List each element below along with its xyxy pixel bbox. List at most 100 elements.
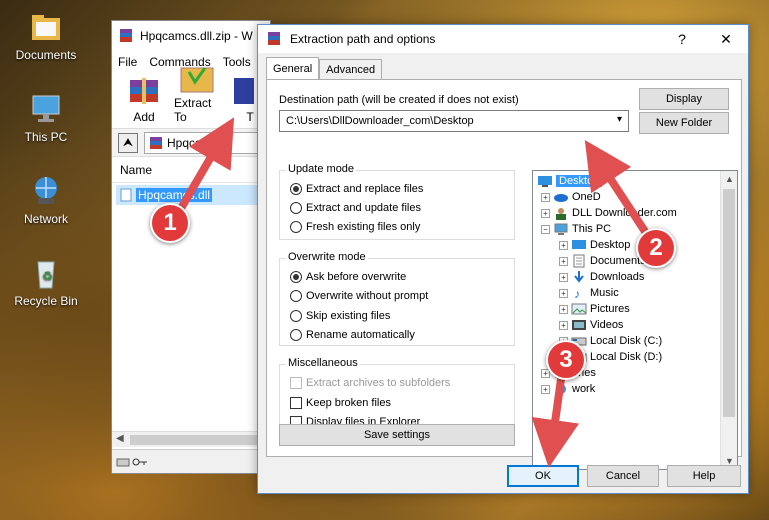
checkbox-disabled	[290, 377, 302, 389]
winrar-main-window: Hpqcamcs.dll.zip - W File Commands Tools…	[111, 20, 271, 474]
option-label: Fresh existing files only	[306, 221, 421, 233]
file-icon	[120, 188, 132, 202]
ask-before-option[interactable]: Ask before overwrite	[290, 271, 406, 283]
desktop-icon-label: Network	[23, 212, 68, 226]
radio-selected[interactable]	[290, 271, 302, 283]
tab-bar: General Advanced	[266, 57, 383, 79]
checkbox[interactable]	[290, 397, 302, 409]
documents-icon	[573, 254, 585, 268]
expand-icon[interactable]: +	[559, 304, 568, 314]
tree-item-onedrive[interactable]: + OneD	[541, 189, 601, 205]
radio[interactable]	[290, 329, 302, 341]
save-settings-button[interactable]: Save settings	[279, 424, 515, 446]
folder-tree[interactable]: Desktop + OneD + DLL Downloader.com − Th…	[532, 170, 738, 470]
tree-item-pc-desktop[interactable]: + Desktop	[559, 237, 630, 253]
help-button[interactable]: Help	[667, 465, 741, 487]
desktop-icon	[572, 240, 586, 249]
path-bar: ⮝ Hpqcamcs	[112, 129, 270, 157]
test-label: T	[246, 110, 254, 124]
cancel-button[interactable]: Cancel	[587, 465, 659, 487]
extract-replace-option[interactable]: Extract and replace files	[290, 183, 423, 195]
scrollbar-thumb[interactable]	[723, 189, 735, 417]
tree-item-documents[interactable]: + Documents	[559, 253, 646, 269]
chevron-down-icon[interactable]: ▾	[617, 114, 622, 125]
tree-label: This PC	[572, 223, 612, 235]
radio-selected[interactable]	[290, 183, 302, 195]
menu-file[interactable]: File	[118, 55, 137, 69]
overwrite-mode-group: Overwrite mode Ask before overwrite Over…	[279, 251, 515, 346]
path-field[interactable]: Hpqcamcs	[144, 131, 264, 154]
fresh-existing-option[interactable]: Fresh existing files only	[290, 221, 420, 233]
main-title-bar: Hpqcamcs.dll.zip - W	[112, 21, 270, 51]
destination-path-value: C:\Users\DllDownloader_com\Desktop	[286, 115, 474, 127]
tree-label: Local Disk (C:)	[590, 335, 663, 347]
expand-icon[interactable]: +	[541, 384, 550, 394]
key-icon	[132, 458, 147, 465]
extract-update-option[interactable]: Extract and update files	[290, 202, 421, 214]
desktop-icon-network[interactable]: Network	[8, 174, 84, 226]
collapse-icon[interactable]: −	[541, 224, 550, 234]
update-mode-group: Update mode Extract and replace files Ex…	[279, 163, 515, 240]
expand-icon[interactable]: +	[559, 320, 568, 330]
expand-icon[interactable]: +	[559, 256, 568, 266]
desktop-icon-recycle-bin[interactable]: ♻ Recycle Bin	[8, 256, 84, 308]
radio[interactable]	[290, 290, 302, 302]
tree-label: work	[572, 383, 596, 395]
up-arrow-icon: ⮝	[122, 135, 134, 149]
scroll-up-icon[interactable]: ▲	[725, 174, 734, 184]
add-button[interactable]: Add	[124, 74, 164, 124]
music-icon: ♪	[574, 287, 580, 300]
help-title-button[interactable]: ?	[660, 31, 704, 47]
option-label: Skip existing files	[306, 310, 391, 322]
radio[interactable]	[290, 310, 302, 322]
option-label: Ask before overwrite	[306, 271, 407, 283]
up-folder-button[interactable]: ⮝	[118, 132, 138, 153]
tree-item-desktop[interactable]: Desktop	[537, 173, 603, 189]
new-folder-button[interactable]: New Folder	[639, 112, 729, 134]
column-header-name[interactable]: Name	[112, 157, 270, 183]
tree-scrollbar[interactable]: ▲ ▼	[720, 171, 737, 469]
ok-button[interactable]: OK	[507, 465, 579, 487]
expand-icon[interactable]: +	[541, 208, 550, 218]
tree-label: Videos	[590, 319, 624, 331]
close-button[interactable]: ✕	[704, 31, 748, 48]
skip-existing-option[interactable]: Skip existing files	[290, 310, 390, 322]
destination-path-combo[interactable]: C:\Users\DllDownloader_com\Desktop ▾	[279, 110, 629, 132]
tree-item-dll[interactable]: + DLL Downloader.com	[541, 205, 677, 221]
network-icon	[556, 384, 566, 394]
tree-item-pictures[interactable]: + Pictures	[559, 301, 630, 317]
tree-label: OneD	[572, 191, 601, 203]
overwrite-without-option[interactable]: Overwrite without prompt	[290, 290, 428, 302]
option-label: Extract archives to subfolders	[306, 377, 451, 389]
extract-folder-icon	[180, 67, 214, 93]
step-badge-3: 3	[546, 340, 586, 380]
tree-label: Music	[590, 287, 619, 299]
step-badge-2: 2	[636, 228, 676, 268]
scrollbar-thumb[interactable]	[130, 435, 268, 445]
expand-icon[interactable]: +	[541, 192, 550, 202]
file-row[interactable]: Hpqcamcs.dll	[116, 185, 266, 205]
rename-auto-option[interactable]: Rename automatically	[290, 329, 415, 341]
tree-item-thispc[interactable]: − This PC	[541, 221, 611, 237]
tab-general[interactable]: General	[266, 57, 320, 79]
tree-item-music[interactable]: + ♪ Music	[559, 285, 619, 301]
tab-advanced[interactable]: Advanced	[319, 59, 383, 79]
menu-tools[interactable]: Tools	[223, 55, 251, 69]
folder-icon	[28, 10, 64, 44]
extract-to-button[interactable]: Extract To	[174, 60, 220, 124]
horizontal-scrollbar[interactable]: ◀	[112, 431, 270, 447]
tree-item-downloads[interactable]: + Downloads	[559, 269, 644, 285]
tree-item-videos[interactable]: + Videos	[559, 317, 623, 333]
desktop-icon-this-pc[interactable]: This PC	[8, 92, 84, 144]
expand-icon[interactable]: +	[559, 272, 568, 282]
tree-item-network[interactable]: + work	[541, 381, 595, 397]
radio[interactable]	[290, 221, 302, 233]
radio[interactable]	[290, 202, 302, 214]
desktop-icon-documents[interactable]: Documents	[8, 10, 84, 62]
keep-broken-option[interactable]: Keep broken files	[290, 397, 391, 409]
option-label: Extract and replace files	[306, 183, 424, 195]
display-button[interactable]: Display	[639, 88, 729, 110]
expand-icon[interactable]: +	[559, 288, 568, 298]
misc-title: Miscellaneous	[286, 357, 360, 369]
expand-icon[interactable]: +	[559, 240, 568, 250]
